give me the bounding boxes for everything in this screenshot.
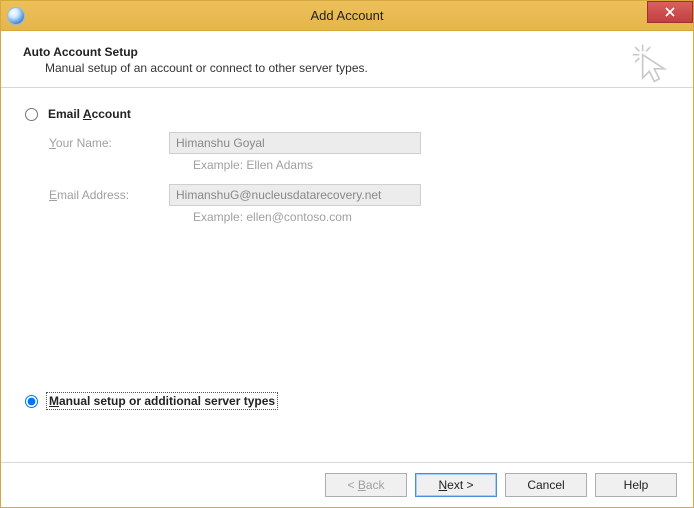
email-account-option[interactable]: Email Account: [25, 106, 669, 122]
close-icon: [665, 7, 675, 17]
email-fields-group: Your Name: Example: Ellen Adams Email Ad…: [49, 132, 669, 224]
footer-buttons: < Back Next > Cancel Help: [1, 462, 693, 507]
close-button[interactable]: [647, 1, 693, 23]
email-address-example: Example: ellen@contoso.com: [193, 210, 669, 224]
manual-setup-label: Manual setup or additional server types: [46, 392, 278, 410]
help-button[interactable]: Help: [595, 473, 677, 497]
cursor-click-icon: [631, 43, 671, 83]
email-account-radio[interactable]: [25, 108, 38, 121]
window-title: Add Account: [311, 8, 384, 23]
form-area: Email Account Your Name: Example: Ellen …: [1, 88, 693, 462]
next-button[interactable]: Next >: [415, 473, 497, 497]
content-area: Auto Account Setup Manual setup of an ac…: [1, 31, 693, 507]
cancel-button[interactable]: Cancel: [505, 473, 587, 497]
email-address-field: [169, 184, 421, 206]
wizard-title: Auto Account Setup: [23, 45, 671, 59]
your-name-example: Example: Ellen Adams: [193, 158, 669, 172]
your-name-field: [169, 132, 421, 154]
back-button: < Back: [325, 473, 407, 497]
wizard-subtitle: Manual setup of an account or connect to…: [45, 61, 671, 75]
your-name-label: Your Name:: [49, 136, 169, 150]
titlebar: Add Account: [1, 1, 693, 31]
email-account-label: Email Account: [46, 106, 133, 122]
email-address-label: Email Address:: [49, 188, 169, 202]
globe-icon: [7, 7, 25, 25]
wizard-header: Auto Account Setup Manual setup of an ac…: [1, 31, 693, 87]
add-account-window: Add Account Auto Account Setup Manual se…: [0, 0, 694, 508]
manual-setup-option[interactable]: Manual setup or additional server types: [25, 392, 669, 410]
manual-setup-radio[interactable]: [25, 395, 38, 408]
